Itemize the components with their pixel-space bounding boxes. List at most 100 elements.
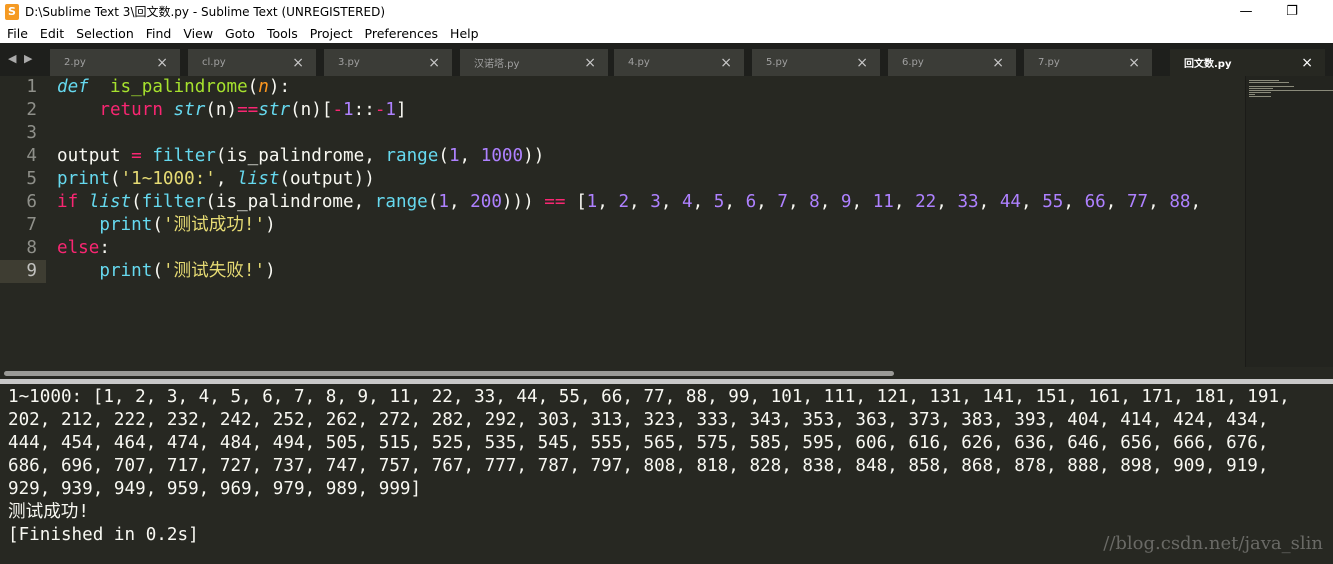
code-token: , (1105, 192, 1127, 212)
code-token: 1 (438, 192, 449, 212)
code-token: (n)[ (290, 100, 333, 120)
menu-project[interactable]: Project (310, 26, 353, 41)
minimap-line (1249, 82, 1289, 83)
code-token: return (99, 100, 163, 120)
code-token: :: (353, 100, 375, 120)
code-token: '测试成功!' (162, 215, 266, 235)
code-token: 77 (1126, 192, 1149, 212)
code-token: )) (523, 146, 545, 166)
code-token: range (374, 192, 428, 212)
code-token: , (851, 192, 873, 212)
code-token: 200 (470, 192, 502, 212)
minimap-line (1249, 96, 1271, 97)
code-token: ( (438, 146, 449, 166)
tab-4[interactable]: 汉诺塔.py × (460, 49, 608, 76)
code-token: ] (396, 100, 407, 120)
line-number: 7 (26, 215, 37, 235)
tab-close-icon[interactable]: × (428, 55, 440, 71)
tab-2[interactable]: cl.py × (188, 49, 316, 76)
code-token: 3 (650, 192, 661, 212)
menu-edit[interactable]: Edit (40, 26, 64, 41)
code-token: , (629, 192, 651, 212)
horizontal-scrollbar[interactable] (0, 367, 1333, 379)
code-token: 44 (999, 192, 1022, 212)
code-token: , (1190, 192, 1202, 212)
code-token: output (57, 146, 132, 166)
menu-help[interactable]: Help (450, 26, 479, 41)
code-token: filter (152, 146, 216, 166)
code-token: if (57, 192, 79, 212)
menu-find[interactable]: Find (146, 26, 172, 41)
menu-goto[interactable]: Goto (225, 26, 255, 41)
tab-nav-arrows-icon[interactable]: ◀ ▶ (8, 52, 34, 65)
horizontal-scroll-thumb[interactable] (4, 371, 894, 376)
code-token: 8 (809, 192, 820, 212)
window-title: D:\Sublime Text 3\回文数.py - Sublime Text … (25, 5, 386, 19)
code-token: ( (152, 261, 163, 281)
code-token: , (756, 192, 778, 212)
code-token: , (215, 169, 238, 189)
code-token: - (374, 100, 386, 120)
code-token: ( (427, 192, 439, 212)
code-token: (n) (205, 100, 238, 120)
tab-label: 回文数.py (1184, 59, 1232, 70)
output-line: [Finished in 0.2s] (8, 525, 199, 545)
line-number: 6 (26, 192, 37, 212)
code-token: , (893, 192, 916, 212)
line-number-gutter: 1 2 3 4 5 6 7 8 9 (0, 76, 46, 367)
code-area[interactable]: def is_palindrome(n): return str(n)==str… (57, 76, 1201, 283)
menu-tools[interactable]: Tools (267, 26, 298, 41)
code-line: print('测试失败!') (57, 260, 1201, 283)
code-token: 5 (713, 192, 725, 212)
tab-1[interactable]: 2.py × (50, 49, 180, 76)
menu-view[interactable]: View (183, 26, 213, 41)
output-line: 1~1000: [1, 2, 3, 4, 5, 6, 7, 8, 9, 11, … (8, 387, 1290, 407)
tab-8[interactable]: 7.py × (1024, 49, 1152, 76)
code-token: 1 (343, 100, 354, 120)
tab-close-icon[interactable]: × (720, 55, 732, 71)
tab-6[interactable]: 5.py × (752, 49, 880, 76)
tab-9[interactable]: 回文数.py × (1170, 49, 1325, 76)
code-token: [ (565, 192, 587, 212)
code-token: , (787, 192, 810, 212)
maximize-button[interactable]: ❐ (1269, 0, 1315, 23)
output-line: 测试成功! (8, 502, 89, 522)
build-output-text: 1~1000: [1, 2, 3, 4, 5, 6, 7, 8, 9, 11, … (8, 386, 1290, 547)
code-token: 22 (915, 192, 937, 212)
tab-5[interactable]: 4.py × (614, 49, 744, 76)
code-token: , (597, 192, 619, 212)
tab-label: 7.py (1038, 57, 1060, 68)
tab-bar: ◀ ▶ 2.py × cl.py × 3.py × 汉诺塔.py × 4.py × 5.py × 6.p… (0, 43, 1333, 76)
code-editor[interactable]: 123456789 def is_palindrome(n): return s… (0, 76, 1333, 367)
tab-close-icon[interactable]: × (1301, 55, 1313, 71)
code-token: print (57, 169, 110, 189)
code-token: print (99, 261, 153, 281)
menu-file[interactable]: File (7, 26, 28, 41)
tab-close-icon[interactable]: × (856, 55, 868, 71)
code-token: ( (152, 215, 163, 235)
tab-close-icon[interactable]: × (992, 55, 1004, 71)
tab-close-icon[interactable]: × (584, 55, 596, 71)
code-line: else: (57, 237, 1201, 260)
tab-close-icon[interactable]: × (292, 55, 304, 71)
code-token: , (660, 192, 683, 212)
tab-close-icon[interactable]: × (156, 55, 168, 71)
code-line: if list(filter(is_palindrome, range(1, 2… (57, 191, 1201, 214)
minimize-button[interactable]: — (1223, 0, 1269, 23)
tab-3[interactable]: 3.py × (324, 49, 452, 76)
minimap-line (1249, 94, 1255, 95)
code-token: ( (131, 192, 142, 212)
code-token: 66 (1084, 192, 1106, 212)
tab-close-icon[interactable]: × (1128, 55, 1140, 71)
code-line: def is_palindrome(n): (57, 76, 1201, 99)
minimap[interactable] (1245, 76, 1333, 367)
code-token: 9 (840, 192, 852, 212)
tab-7[interactable]: 6.py × (888, 49, 1016, 76)
menu-preferences[interactable]: Preferences (365, 26, 439, 41)
code-token: ): (268, 77, 291, 97)
menu-selection[interactable]: Selection (76, 26, 134, 41)
